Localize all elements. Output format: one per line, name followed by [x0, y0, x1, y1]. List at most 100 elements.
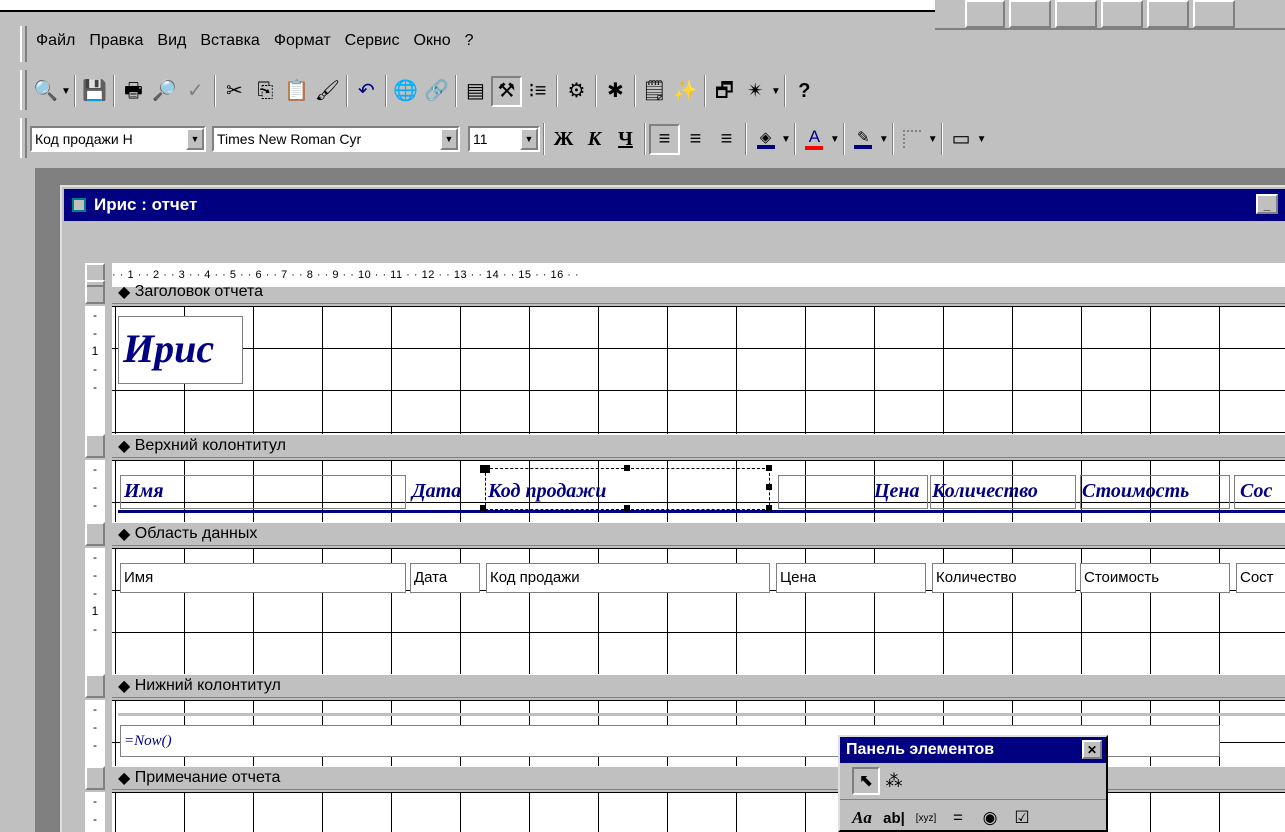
section-bar-report-header[interactable]: ◆ Заголовок отчета [112, 280, 1285, 304]
textbox-tool-icon[interactable]: ab| [880, 804, 908, 832]
selection-handle[interactable] [766, 505, 772, 511]
label-tool-icon[interactable]: Aa [848, 804, 876, 832]
top-fragment-button[interactable] [965, 0, 1005, 28]
database-window-icon[interactable]: 🗗 [709, 76, 740, 107]
minimize-button[interactable]: _ [1256, 194, 1278, 214]
header-label-price[interactable]: Цена [874, 480, 920, 503]
field-list-icon[interactable]: ▤ [460, 76, 491, 107]
field-name[interactable]: Имя [120, 563, 406, 593]
italic-button[interactable]: К [579, 124, 610, 155]
menu-help[interactable]: ? [465, 32, 474, 56]
top-fragment-button[interactable] [1193, 0, 1235, 28]
new-object-icon[interactable]: ✴ [740, 76, 771, 107]
bold-button[interactable]: Ж [548, 124, 579, 155]
menu-file[interactable]: Файл [36, 32, 75, 56]
chevron-down-icon[interactable]: ▼ [977, 134, 987, 145]
section-selector[interactable] [85, 674, 105, 698]
toolbox-titlebar[interactable]: Панель элементов ✕ [840, 737, 1106, 763]
align-center-button[interactable]: ≡ [680, 124, 711, 155]
preview-icon[interactable]: 🔎 [149, 76, 180, 107]
line-width-icon[interactable] [897, 124, 928, 155]
special-effect-icon[interactable]: ▭ [946, 124, 977, 155]
format-painter-icon[interactable]: 🖌 [312, 76, 343, 107]
top-fragment-button[interactable] [1055, 0, 1097, 28]
builder-icon[interactable]: ✨ [670, 76, 701, 107]
sorting-icon[interactable]: ⁝≡ [522, 76, 553, 107]
undo-icon[interactable]: ↶ [351, 76, 382, 107]
field-cost[interactable]: Стоимость [1080, 563, 1230, 593]
field-sale-code[interactable]: Код продажи [486, 563, 770, 593]
section-bar-detail[interactable]: ◆ Область данных [112, 522, 1285, 546]
control-wizards-icon[interactable]: ⁂ [880, 767, 908, 795]
report-window-titlebar[interactable]: Ирис : отчет _ [64, 189, 1285, 221]
menu-window[interactable]: Окно [413, 32, 450, 56]
web-icon[interactable]: 🌐 [390, 76, 421, 107]
line-color-icon[interactable]: ✎ [848, 124, 879, 155]
checkbox-tool-icon[interactable]: ☑ [1008, 804, 1036, 832]
top-fragment-button[interactable] [1147, 0, 1189, 28]
option-group-icon[interactable]: [xyz] [912, 804, 940, 832]
copy-icon[interactable]: ⎘ [250, 76, 281, 107]
hyperlink-icon[interactable]: 🔗 [421, 76, 452, 107]
chevron-down-icon[interactable]: ▼ [781, 134, 791, 145]
field-price[interactable]: Цена [776, 563, 926, 593]
align-left-button[interactable]: ≡ [649, 123, 680, 155]
selection-handle[interactable] [766, 465, 772, 471]
header-label-cost[interactable]: Стоимость [1082, 480, 1189, 503]
selection-handle[interactable] [480, 505, 486, 511]
toggle-button-icon[interactable]: = [944, 804, 972, 832]
select-objects-icon[interactable]: ⬉ [852, 767, 880, 795]
properties-icon[interactable]: 🗒 [639, 76, 670, 107]
underline-button[interactable]: Ч [610, 124, 641, 155]
field-composition[interactable]: Сост [1236, 563, 1285, 593]
menu-format[interactable]: Формат [274, 32, 331, 56]
option-button-icon[interactable]: ◉ [976, 804, 1004, 832]
save-icon[interactable]: 💾 [79, 76, 110, 107]
help-icon[interactable]: ? [789, 76, 820, 107]
autoformat-icon[interactable]: ⚙ [561, 76, 592, 107]
menu-grip[interactable] [20, 26, 27, 62]
report-header-grid[interactable] [112, 306, 1285, 434]
header-label-composition[interactable]: Сос [1240, 480, 1272, 503]
chevron-down-icon[interactable]: ▼ [520, 128, 538, 150]
section-bar-page-header[interactable]: ◆ Верхний колонтитул [112, 434, 1285, 458]
report-title-box[interactable]: Ирис [118, 316, 243, 384]
view-icon[interactable]: 🔍 [30, 76, 61, 107]
chevron-down-icon[interactable]: ▼ [830, 134, 840, 145]
toolbox-icon[interactable]: ⚒ [490, 75, 522, 107]
menu-edit[interactable]: Правка [89, 32, 143, 56]
selection-handle[interactable] [624, 505, 630, 511]
section-selector[interactable] [85, 434, 105, 458]
top-fragment-button[interactable] [1101, 0, 1143, 28]
close-icon[interactable]: ✕ [1082, 740, 1102, 759]
selection-handle[interactable] [480, 465, 490, 473]
view-dropdown-icon[interactable]: ▼ [61, 86, 71, 97]
spell-icon[interactable]: ✓ [180, 76, 211, 107]
selection-handle[interactable] [624, 465, 630, 471]
align-right-button[interactable]: ≡ [711, 124, 742, 155]
header-label-quantity[interactable]: Количество [932, 480, 1038, 503]
new-object-dropdown-icon[interactable]: ▼ [771, 86, 781, 97]
font-select[interactable]: Times New Roman Cyr ▼ [212, 126, 460, 152]
fill-color-icon[interactable]: ◈ [750, 124, 781, 155]
selection-handle[interactable] [766, 484, 772, 490]
section-selector[interactable] [85, 522, 105, 546]
field-date[interactable]: Дата [410, 563, 480, 593]
font-color-icon[interactable]: A [799, 124, 830, 155]
report-footer-grid[interactable] [112, 792, 1285, 832]
section-selector[interactable] [85, 766, 105, 790]
section-bar-page-footer[interactable]: ◆ Нижний колонтитул [112, 674, 1285, 698]
format-toolbar-grip[interactable] [20, 118, 27, 158]
chevron-down-icon[interactable]: ▼ [928, 134, 938, 145]
section-bar-report-footer[interactable]: ◆ Примечание отчета [112, 766, 1285, 790]
paste-icon[interactable]: 📋 [281, 76, 312, 107]
menu-tools[interactable]: Сервис [345, 32, 400, 56]
menu-view[interactable]: Вид [157, 32, 186, 56]
chevron-down-icon[interactable]: ▼ [186, 128, 204, 150]
section-selector[interactable] [85, 280, 105, 304]
chevron-down-icon[interactable]: ▼ [440, 128, 458, 150]
header-label-date[interactable]: Дата [412, 480, 461, 503]
toolbar-grip[interactable] [20, 70, 27, 110]
field-quantity[interactable]: Количество [932, 563, 1076, 593]
top-fragment-button[interactable] [1009, 0, 1051, 28]
